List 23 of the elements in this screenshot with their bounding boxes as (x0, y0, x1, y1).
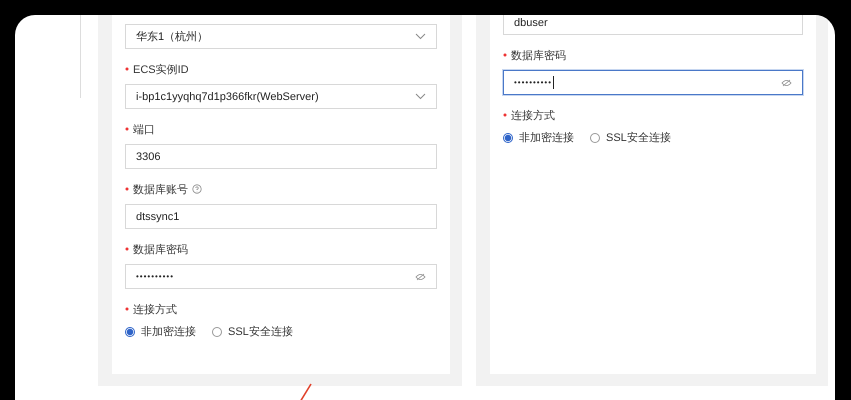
field-label: 连接方式 (133, 302, 177, 316)
chevron-down-icon (415, 33, 426, 40)
input-field[interactable]: 3306 (125, 144, 437, 169)
input-field[interactable]: dbuser (503, 15, 803, 35)
eye-hidden-icon[interactable] (415, 272, 426, 280)
pen-stroke-icon (298, 383, 312, 400)
radio-option[interactable]: 非加密连接 (125, 324, 196, 339)
field-label: ECS实例ID (133, 62, 189, 76)
radio-option[interactable]: SSL安全连接 (590, 130, 671, 145)
field-label: 数据库密码 (133, 242, 188, 256)
select-field[interactable]: 华东1（杭州） (125, 24, 437, 49)
field-label: 端口 (133, 122, 155, 136)
password-field[interactable]: •••••••••• (125, 264, 437, 289)
password-field[interactable]: •••••••••• (503, 70, 803, 95)
field-label: 数据库密码 (511, 48, 566, 62)
field-label: 数据库账号 (133, 182, 188, 196)
field-label: 连接方式 (511, 108, 555, 122)
select-field[interactable]: i-bp1c1yyqhq7d1p366fkr(WebServer) (125, 84, 437, 109)
radio-option[interactable]: 非加密连接 (503, 130, 574, 145)
eye-hidden-icon[interactable] (781, 78, 792, 86)
chevron-down-icon (415, 93, 426, 100)
radio-option[interactable]: SSL安全连接 (212, 324, 293, 339)
input-field[interactable]: dtssync1 (125, 204, 437, 229)
